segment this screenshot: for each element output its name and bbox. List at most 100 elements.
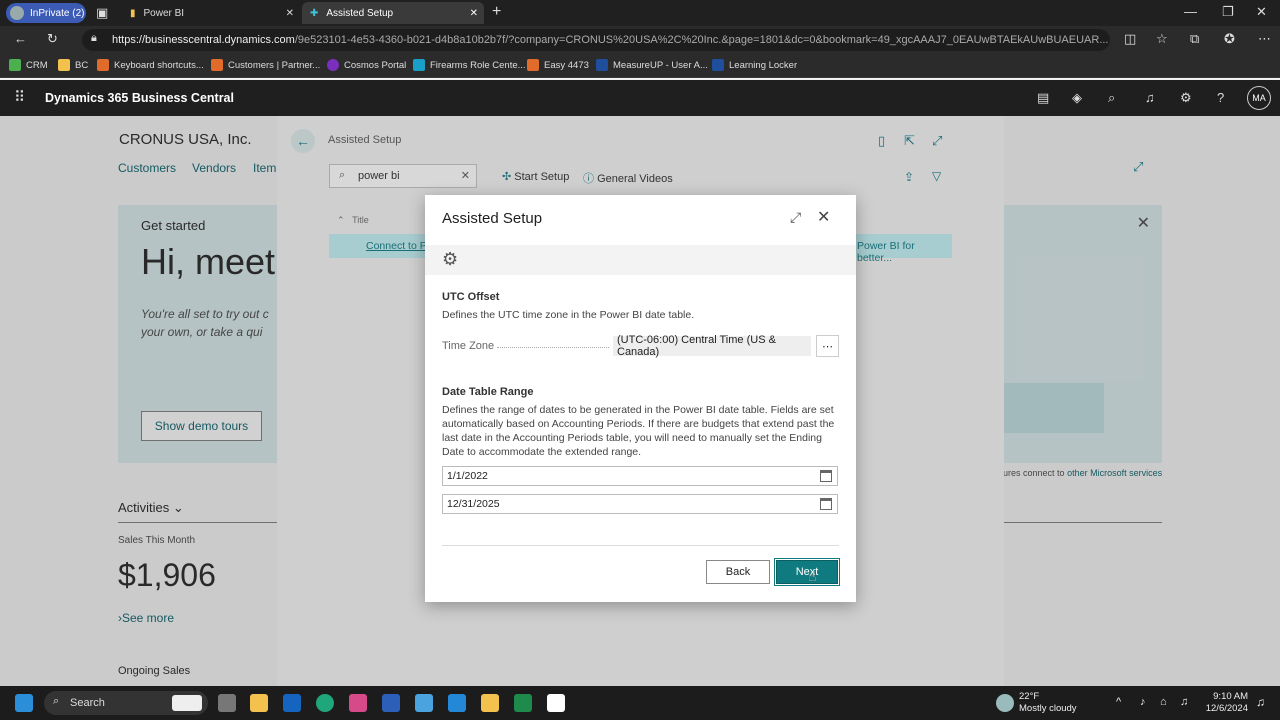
user-avatar[interactable]: MA [1247,86,1271,110]
bookmark-cosmos-portal[interactable]: Cosmos Portal [327,59,406,71]
weather-icon [996,694,1014,712]
restore-icon[interactable]: ❐ [1222,4,1234,20]
close-tab-icon[interactable]: ✕ [286,8,294,19]
row-title-link[interactable]: Connect to P [366,240,427,252]
tab-label: Assisted Setup [326,7,394,19]
chevron-up-icon[interactable]: ^ [1116,696,1121,708]
settings-gear-icon[interactable]: ⚙ [1180,90,1192,106]
file-explorer-icon[interactable] [250,694,268,712]
back-button[interactable]: Back [706,560,770,584]
date-table-range-description: Defines the range of dates to be generat… [442,404,835,458]
tab-power-bi[interactable]: ▮ Power BI ✕ [122,2,300,24]
bookmark-customers-partner[interactable]: Customers | Partner... [211,59,320,71]
split-screen-icon[interactable]: ◫ [1124,31,1136,47]
clock-date[interactable]: 12/6/2024 [1196,703,1248,714]
bookmark-learning-locker[interactable]: Learning Locker [712,59,797,71]
search-input[interactable]: ⌕ power bi ✕ [329,164,477,188]
calendar-icon[interactable] [820,470,832,482]
bookmark-label: Keyboard shortcuts... [114,59,204,71]
volume-icon[interactable]: ♫ [1180,696,1188,708]
calendar-icon[interactable] [820,498,832,510]
dialog-title: Assisted Setup [442,210,543,227]
task-view-icon[interactable] [218,694,236,712]
new-tab-icon[interactable]: + [492,3,501,21]
outlook-icon[interactable] [283,694,301,712]
url-field[interactable]: https://businesscentral.dynamics.com/9e5… [82,29,1110,51]
url-path: /9e523101-4e53-4360-b021-d4b8a10b2b7f/?c… [294,34,1109,46]
help-icon[interactable]: ? [1217,90,1224,105]
excel-icon[interactable] [514,694,532,712]
close-tab-icon[interactable]: ✕ [470,8,478,19]
close-window-icon[interactable]: ✕ [1256,4,1267,20]
end-date-field[interactable]: 12/31/2025 [442,494,838,514]
microphone-icon[interactable]: ♪ [1140,696,1146,708]
open-new-window-icon[interactable]: ⇱ [904,133,915,149]
expand-icon[interactable]: ⤢ [932,133,942,149]
vscode-icon[interactable] [448,694,466,712]
measureup-icon [596,59,608,71]
word-icon[interactable] [382,694,400,712]
notepad-icon[interactable] [415,694,433,712]
collections-icon[interactable]: ⧉ [1190,31,1199,47]
more-icon[interactable]: ⋯ [1258,31,1271,47]
filter-icon[interactable]: ▽ [932,169,941,183]
notification-bell-icon[interactable]: ♫ [1256,695,1265,709]
bookmark-label: Firearms Role Cente... [430,59,526,71]
general-videos-button[interactable]: ⓘ General Videos [583,170,673,186]
chrome-g-icon[interactable] [547,694,565,712]
gear-icon: ⚙ [442,249,459,269]
column-header-title[interactable]: ⌃ Title [337,215,369,226]
copilot-icon[interactable]: ◈ [1072,90,1082,106]
next-button[interactable]: Next [774,558,840,586]
search-icon[interactable]: ⌕ [1108,90,1115,106]
expand-icon[interactable]: ⤢ [1133,159,1143,175]
time-zone-field[interactable]: (UTC-06:00) Central Time (US & Canada) [613,334,811,358]
weather-desc[interactable]: Mostly cloudy [1019,703,1077,714]
utc-offset-description: Defines the UTC time zone in the Power B… [442,309,695,321]
network-icon[interactable]: ⌂ [1160,696,1167,708]
mouse-cursor-icon: ☝ [808,568,817,584]
bookmark-easy-4473[interactable]: Easy 4473 [527,59,589,71]
bookmark-keyboard-shortcuts[interactable]: Keyboard shortcuts... [97,59,204,71]
weather-temp[interactable]: 22°F [1019,691,1039,702]
app-launcher-icon[interactable]: ⠿ [14,88,25,106]
report-icon[interactable]: ▤ [1037,90,1049,106]
tab-assisted-setup[interactable]: ✚ Assisted Setup ✕ [302,2,484,24]
bookmark-measureup[interactable]: MeasureUP - User A... [596,59,708,71]
start-date-field[interactable]: 1/1/2022 [442,466,838,486]
bookmark-firearms-role-center[interactable]: Firearms Role Cente... [413,59,526,71]
start-setup-label: Start Setup [514,171,570,183]
edge-icon[interactable] [316,694,334,712]
clear-icon[interactable]: ✕ [461,169,470,182]
minimize-icon[interactable]: — [1184,4,1197,19]
row-description: Power BI for better... [857,240,915,264]
extensions-icon[interactable]: ✪ [1224,31,1235,47]
expand-dialog-icon[interactable]: ⤢ [790,209,801,226]
back-arrow-icon[interactable]: ← [291,129,315,153]
start-setup-button[interactable]: ✣ Start Setup [502,170,569,183]
inprivate-label: InPrivate (2) [30,7,85,19]
back-arrow-icon[interactable]: ← [14,31,27,46]
share-icon[interactable]: ⇪ [904,170,914,184]
refresh-icon[interactable]: ↻ [47,31,58,47]
inprivate-badge[interactable]: InPrivate (2) [6,3,86,23]
url-host: https://businesscentral.dynamics.com [112,34,295,46]
taskbar-search[interactable]: ⌕ Search [44,691,208,715]
bookmark-bc[interactable]: BC [58,59,88,71]
tab-label: Power BI [143,7,185,19]
sort-icon: ⌃ [337,215,345,225]
time-zone-lookup-button[interactable]: ⋯ [816,335,839,357]
close-dialog-icon[interactable]: ✕ [817,207,830,227]
start-date-value: 1/1/2022 [447,470,488,482]
tab-actions-icon[interactable]: ▣ [96,5,108,21]
snipping-tool-icon[interactable] [349,694,367,712]
bookmark-label: BC [75,59,89,71]
notification-bell-icon[interactable]: ♫ [1145,90,1155,105]
favorites-icon[interactable]: ☆ [1156,31,1168,47]
bookmark-icon[interactable]: ▯ [878,133,885,149]
office-icon [97,59,109,71]
power-bi-icon[interactable] [481,694,499,712]
bookmark-crm[interactable]: CRM [9,59,48,71]
clock-time[interactable]: 9:10 AM [1200,691,1248,702]
windows-start-icon[interactable] [15,694,33,712]
